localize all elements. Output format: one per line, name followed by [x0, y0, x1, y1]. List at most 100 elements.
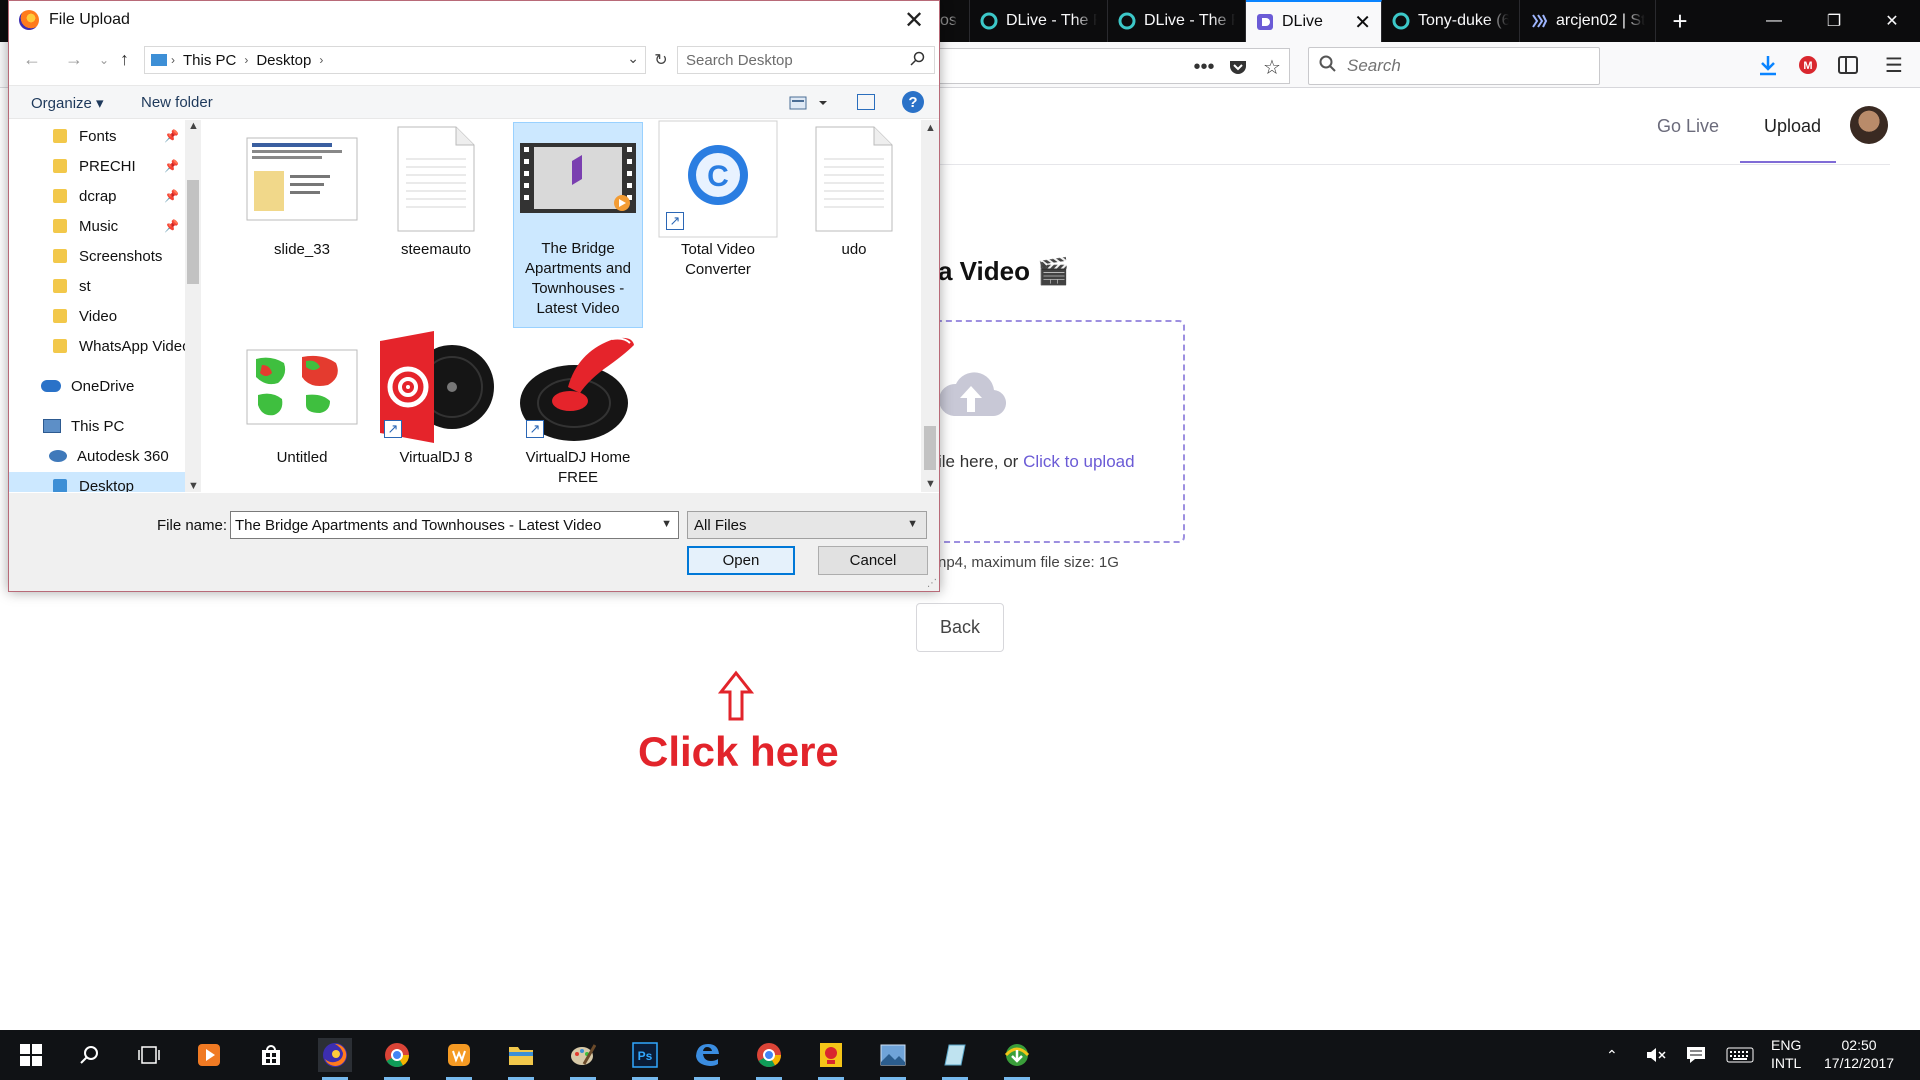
breadcrumb-desktop[interactable]: Desktop — [256, 52, 311, 69]
nav-item-video[interactable]: Video — [9, 302, 185, 330]
search-desktop-input[interactable]: Search Desktop — [677, 46, 935, 74]
file-name: slide_33 — [274, 241, 330, 258]
browser-tab-dlive-1[interactable]: DLive - The F — [970, 0, 1108, 42]
store-icon[interactable] — [254, 1038, 288, 1072]
volume-muted-icon[interactable] — [1646, 1030, 1666, 1080]
file-item-bridge-video[interactable]: The Bridge Apartments and Townhouses - L… — [513, 122, 643, 328]
scroll-up-icon[interactable]: ▲ — [925, 122, 936, 134]
scrollbar-thumb[interactable] — [924, 426, 936, 470]
scroll-down-icon[interactable]: ▼ — [925, 478, 936, 490]
back-button[interactable]: Back — [916, 603, 1004, 652]
back-arrow-icon[interactable]: ← — [23, 49, 41, 70]
nav-item-dcrap[interactable]: dcrap 📌 — [9, 182, 185, 210]
cancel-button[interactable]: Cancel — [818, 546, 928, 575]
nav-item-whatsapp-video[interactable]: WhatsApp Video — [9, 332, 185, 360]
dialog-toolbar: Organize ▾ New folder ? — [9, 85, 939, 119]
file-name-input[interactable]: The Bridge Apartments and Townhouses - L… — [230, 511, 679, 539]
system-clock[interactable]: 02:50 17/12/2017 — [1824, 1036, 1894, 1072]
input-language-indicator[interactable]: ENG INTL — [1771, 1036, 1801, 1072]
avatar[interactable] — [1850, 106, 1888, 144]
organize-button[interactable]: Organize ▾ — [31, 94, 104, 112]
scroll-up-icon[interactable]: ▲ — [188, 120, 199, 132]
resize-grip-icon[interactable]: ⋰ — [927, 578, 937, 589]
help-icon[interactable]: ? — [902, 91, 924, 113]
go-live-link[interactable]: Go Live — [1657, 116, 1719, 137]
navigation-scrollbar[interactable]: ▲ ▼ — [185, 120, 201, 492]
nav-item-music[interactable]: Music 📌 — [9, 212, 185, 240]
paint-icon[interactable] — [566, 1038, 600, 1080]
edge-icon[interactable] — [690, 1038, 724, 1080]
mega-extension-icon[interactable]: M — [1794, 51, 1822, 79]
file-item-virtualdj-8[interactable]: ↗ VirtualDJ 8 — [371, 331, 501, 468]
restore-button[interactable]: ❐ — [1804, 0, 1864, 42]
show-hidden-icons-icon[interactable]: ⌃ — [1606, 1030, 1618, 1080]
nav-item-desktop[interactable]: Desktop — [9, 472, 185, 492]
recent-locations-icon[interactable]: ⌄ — [99, 53, 109, 67]
file-item-steemauto[interactable]: steemauto — [371, 124, 501, 260]
nav-item-prechi[interactable]: PRECHI 📌 — [9, 152, 185, 180]
scrollbar-thumb[interactable] — [187, 180, 199, 284]
file-list-scrollbar[interactable]: ▲ ▼ — [921, 120, 939, 492]
nav-item-fonts[interactable]: Fonts 📌 — [9, 122, 185, 150]
url-bar[interactable]: ••• ☆ — [940, 48, 1290, 84]
search-icon[interactable] — [72, 1038, 106, 1072]
chrome-icon-2[interactable] — [752, 1038, 786, 1080]
chrome-icon[interactable] — [380, 1038, 414, 1080]
breadcrumb-this-pc[interactable]: This PC — [183, 52, 236, 69]
browser-tab-arcjen02[interactable]: arcjen02 | Ste — [1520, 0, 1656, 42]
refresh-button[interactable]: ↻ — [649, 46, 673, 74]
file-type-select[interactable]: All Files ▼ — [687, 511, 927, 539]
forward-arrow-icon[interactable]: → — [65, 49, 83, 70]
address-bar[interactable]: › This PC › Desktop › ⌄ — [144, 46, 646, 74]
windows-start-button[interactable] — [14, 1038, 48, 1072]
browser-search-input[interactable]: Search — [1308, 47, 1600, 85]
media-player-icon[interactable] — [192, 1038, 226, 1072]
browser-tab-dlive-active[interactable]: DLive ✕ — [1246, 0, 1382, 42]
pocket-icon[interactable] — [1224, 53, 1252, 81]
scroll-down-icon[interactable]: ▼ — [188, 480, 199, 492]
nav-item-this-pc[interactable]: This PC — [9, 412, 185, 440]
file-item-virtualdj-home[interactable]: ↗ VirtualDJ Home FREE — [513, 332, 643, 488]
nav-item-onedrive[interactable]: OneDrive — [9, 372, 185, 400]
new-tab-button[interactable]: + — [1650, 0, 1710, 42]
keyboard-icon[interactable] — [1726, 1030, 1754, 1080]
close-tab-icon[interactable]: ✕ — [1346, 10, 1371, 35]
up-folder-icon[interactable]: ↑ — [120, 49, 129, 70]
preview-pane-icon[interactable] — [857, 94, 875, 110]
image-viewer-icon[interactable] — [876, 1038, 910, 1080]
nav-item-screenshots[interactable]: Screenshots — [9, 242, 185, 270]
file-item-slide-33[interactable]: slide_33 — [237, 124, 367, 260]
menu-icon[interactable]: ☰ — [1880, 51, 1908, 79]
download-manager-icon[interactable] — [1000, 1038, 1034, 1080]
nav-item-autodesk-360[interactable]: Autodesk 360 — [9, 442, 185, 470]
chevron-down-icon[interactable]: ⌄ — [627, 50, 639, 67]
windows-logo-icon — [20, 1044, 42, 1066]
file-explorer-icon[interactable] — [504, 1038, 538, 1080]
notes-app-icon[interactable] — [938, 1038, 972, 1080]
bookmark-star-icon[interactable]: ☆ — [1258, 53, 1286, 81]
browser-tab-dlive-2[interactable]: DLive - The F — [1108, 0, 1246, 42]
photoshop-icon[interactable]: Ps — [628, 1038, 662, 1080]
close-window-button[interactable]: ✕ — [1862, 0, 1920, 42]
sidebar-icon[interactable] — [1834, 51, 1862, 79]
wps-office-icon[interactable] — [442, 1038, 476, 1080]
minimize-button[interactable]: — — [1744, 0, 1804, 42]
file-item-total-video-converter[interactable]: C ↗ Total Video Converter — [653, 120, 783, 280]
new-folder-button[interactable]: New folder — [141, 94, 213, 111]
browser-tab-tony-duke[interactable]: Tony-duke (6 — [1382, 0, 1520, 42]
task-view-icon[interactable] — [132, 1038, 166, 1072]
open-button[interactable]: Open — [687, 546, 795, 575]
nav-item-st[interactable]: st — [9, 272, 185, 300]
change-view-icon[interactable] — [789, 94, 829, 112]
downloads-icon[interactable] — [1754, 51, 1782, 79]
click-to-upload-link[interactable]: Click to upload — [1023, 452, 1135, 471]
page-actions-icon[interactable]: ••• — [1190, 53, 1218, 81]
action-center-icon[interactable] — [1686, 1030, 1706, 1080]
dialog-close-button[interactable]: ✕ — [899, 5, 929, 35]
app-icon-yellow[interactable] — [814, 1038, 848, 1080]
file-item-untitled[interactable]: Untitled — [237, 332, 367, 468]
chevron-down-icon[interactable]: ▼ — [661, 518, 672, 530]
file-item-udo[interactable]: udo — [789, 124, 919, 260]
firefox-taskbar-icon[interactable] — [318, 1038, 352, 1080]
upload-link[interactable]: Upload — [1764, 116, 1821, 137]
